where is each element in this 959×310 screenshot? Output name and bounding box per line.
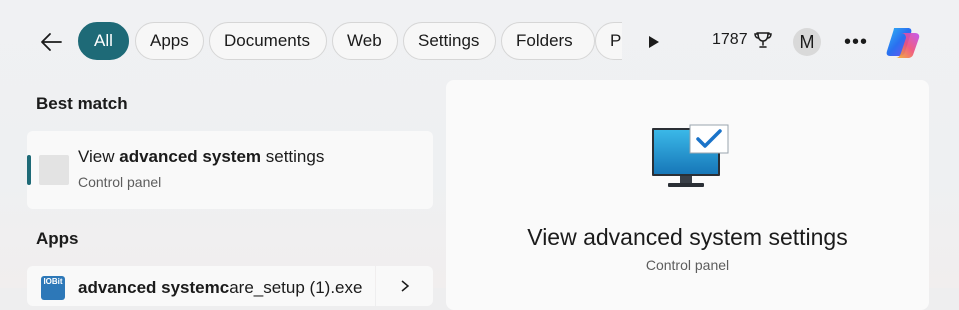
title-match: advanced system [119,147,262,166]
result-subtitle: Control panel [78,174,162,190]
app-result[interactable]: IO​Bit advanced systemcare_setup (1).exe [27,266,375,306]
filter-folders[interactable]: Folders [501,22,595,60]
filter-chips: All Apps Documents Web Settings Folders … [78,22,622,62]
control-panel-icon [39,155,69,185]
arrow-left-icon [41,33,62,51]
preview-subtitle: Control panel [645,257,730,273]
apps-heading: Apps [36,229,79,248]
app-result-expand-button[interactable] [376,266,433,306]
rewards-points[interactable]: 1787 [712,31,772,49]
copilot-button[interactable] [884,24,922,60]
result-title: View advanced system settings [78,147,324,167]
selection-indicator [27,155,31,185]
preview-panel: View advanced system settings Control pa… [446,80,929,310]
avatar[interactable]: M [793,28,821,56]
filter-all[interactable]: All [78,22,129,60]
play-icon [649,36,659,48]
filter-settings[interactable]: Settings [403,22,496,60]
monitor-check-icon [652,124,729,187]
trophy-icon [753,32,772,48]
filter-photos[interactable]: Ph [595,22,622,60]
scroll-filters-button[interactable] [640,28,668,56]
best-match-result[interactable]: View advanced system settings Control pa… [27,131,433,209]
filter-apps[interactable]: Apps [135,22,204,60]
app-title: advanced systemcare_setup (1).exe [78,278,362,298]
title-suffix: settings [261,147,325,166]
best-match-heading: Best match [36,94,128,113]
title-prefix: View [78,147,120,166]
filter-web[interactable]: Web [332,22,398,60]
filter-documents[interactable]: Documents [209,22,327,60]
more-options-button[interactable]: ••• [841,27,871,57]
preview-title: View advanced system settings [527,224,848,250]
iobit-app-icon: IO​Bit [41,276,65,300]
copilot-icon [886,28,920,58]
back-button[interactable] [34,26,68,58]
chevron-right-icon [401,280,409,292]
points-value: 1787 [712,31,748,48]
